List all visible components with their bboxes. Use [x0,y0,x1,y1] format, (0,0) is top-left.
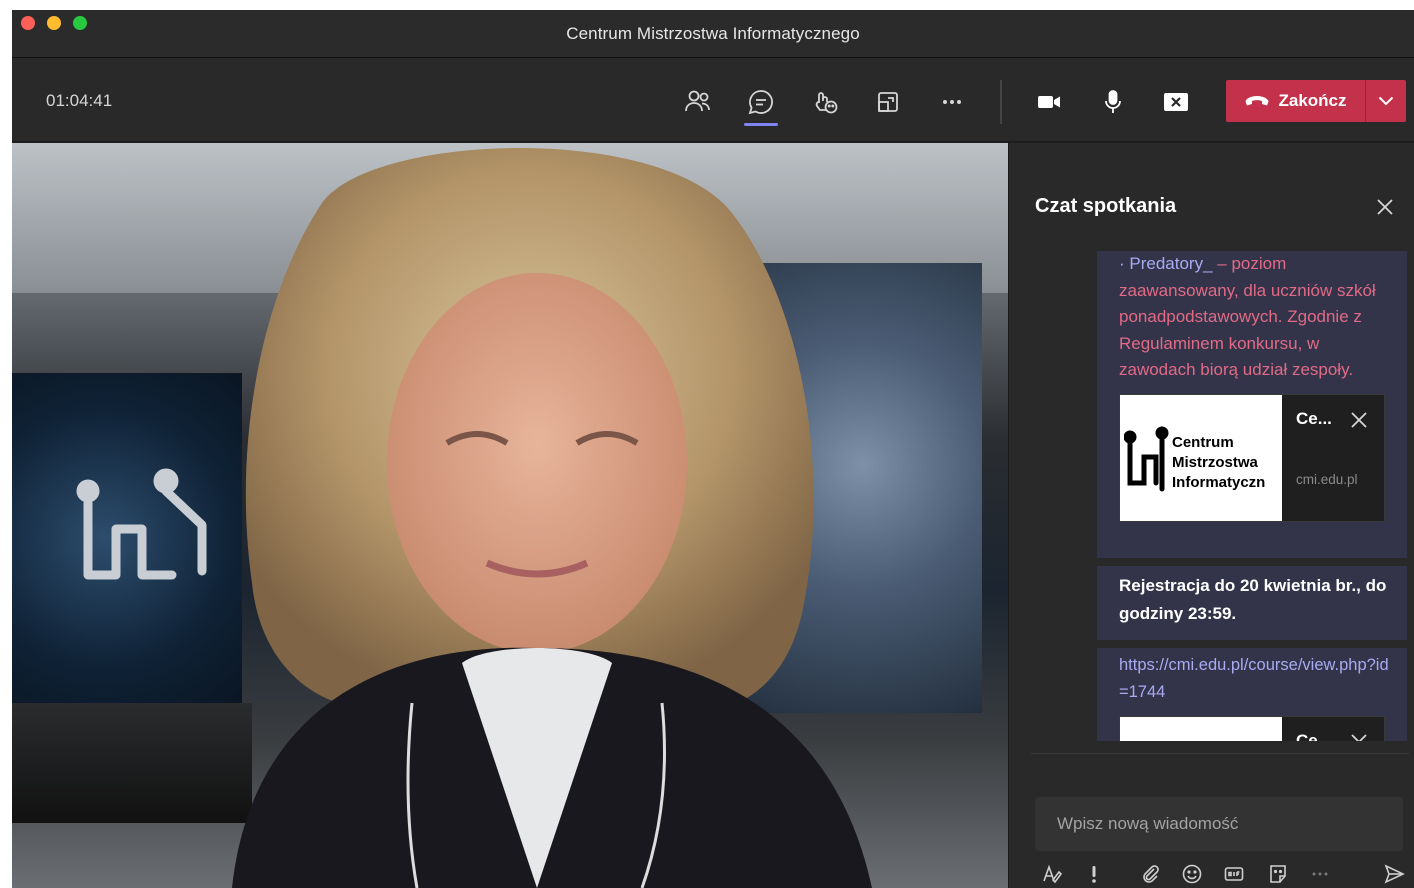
link-preview-url: cmi.edu.pl [1296,471,1358,487]
camera-icon [1038,96,1060,108]
send-button[interactable] [1379,859,1409,888]
more-compose-options-button[interactable] [1305,859,1335,888]
format-button[interactable] [1037,859,1067,888]
meeting-window: Centrum Mistrzostwa Informatycznego 01:0… [12,10,1414,888]
phone-icon [1245,96,1269,106]
share-icon [1164,93,1188,111]
reactions-button[interactable] [803,82,847,122]
chat-button[interactable] [739,82,783,126]
message-text: Rejestracja do 20 kwietnia br., do godzi… [1119,576,1387,623]
chat-message: Rejestracja do 20 kwietnia br., do godzi… [1097,566,1407,640]
chat-message-list[interactable]: · Predatory_ – poziom zaawansowany, dla … [1097,251,1407,741]
message-link[interactable]: https://cmi.edu.pl/course/view.php?id=17… [1119,652,1389,706]
message-prefix: · Predatory_ [1119,254,1213,273]
participants-button[interactable] [676,82,720,122]
message-text: · Predatory_ – poziom zaawansowany, dla … [1119,251,1389,384]
chat-icon [748,90,773,115]
share-screen-button[interactable] [1154,82,1198,122]
close-chat-button[interactable] [1371,193,1399,221]
link-preview-meta: Ce... cmi.edu.pl [1282,395,1384,521]
rooms-button[interactable] [866,82,910,122]
chat-message: https://cmi.edu.pl/course/view.php?id=17… [1097,648,1407,741]
link-preview-title: Ce... [1296,408,1332,428]
camera-button[interactable] [1027,82,1071,122]
more-icon [943,100,961,104]
title-bar: Centrum Mistrzostwa Informatycznego [12,10,1414,58]
window-title: Centrum Mistrzostwa Informatycznego [566,24,860,43]
send-icon [1384,864,1405,884]
paperclip-icon [1143,865,1159,883]
microphone-button[interactable] [1091,82,1135,122]
sticker-button[interactable] [1263,859,1293,888]
link-preview-meta: Ce... [1282,717,1384,741]
chevron-down-icon [1378,96,1394,106]
reactions-icon [815,92,838,114]
remove-preview-icon[interactable] [1348,731,1370,741]
meeting-toolbar: 01:04:41 Zakończ [12,58,1414,142]
end-call-label: Zakończ [1278,91,1347,110]
chat-divider [1031,753,1409,754]
toolbar-divider [1000,80,1002,124]
link-preview-title: Ce... [1296,731,1332,741]
link-preview-card[interactable]: Centrum Mistrzostwa Informatyczn Ce... cmi… [1119,393,1385,522]
people-icon [685,90,710,112]
link-preview-image [1120,717,1282,741]
end-call-button[interactable]: Zakończ [1226,80,1406,122]
participant-silhouette [232,148,872,888]
meeting-timer: 01:04:41 [46,91,113,110]
participant-video [12,143,1008,888]
emoji-icon [1182,864,1202,884]
chat-message: · Predatory_ – poziom zaawansowany, dla … [1097,251,1407,558]
link-preview-image: Centrum Mistrzostwa Informatyczn [1120,394,1282,521]
end-call-options-button[interactable] [1366,80,1406,122]
rooms-icon [878,92,898,112]
end-call-main[interactable]: Zakończ [1226,80,1365,122]
link-preview-org: Centrum Mistrzostwa Informatyczn [1172,433,1266,491]
close-icon [1377,199,1393,215]
meeting-chat-panel: Czat spotkania · Predatory_ – poziom zaa… [1008,143,1414,888]
attach-button[interactable] [1135,859,1165,888]
emoji-button[interactable] [1177,859,1207,888]
link-preview-card[interactable]: Ce... [1119,716,1385,741]
message-input[interactable] [1035,797,1403,851]
more-options-button[interactable] [930,82,974,122]
gif-button[interactable] [1219,859,1249,888]
composer-toolbar [1035,859,1407,888]
more-icon [1312,872,1328,876]
sticker-icon [1270,865,1286,883]
organization-logo-icon [1124,426,1169,491]
gif-icon [1224,867,1244,881]
mic-icon [1105,90,1121,113]
message-composer[interactable] [1035,797,1403,851]
importance-button[interactable] [1079,859,1109,888]
format-icon [1043,864,1063,884]
exclamation-icon [1092,866,1096,883]
chat-panel-title: Czat spotkania [1035,195,1177,217]
remove-preview-icon[interactable] [1348,409,1370,431]
